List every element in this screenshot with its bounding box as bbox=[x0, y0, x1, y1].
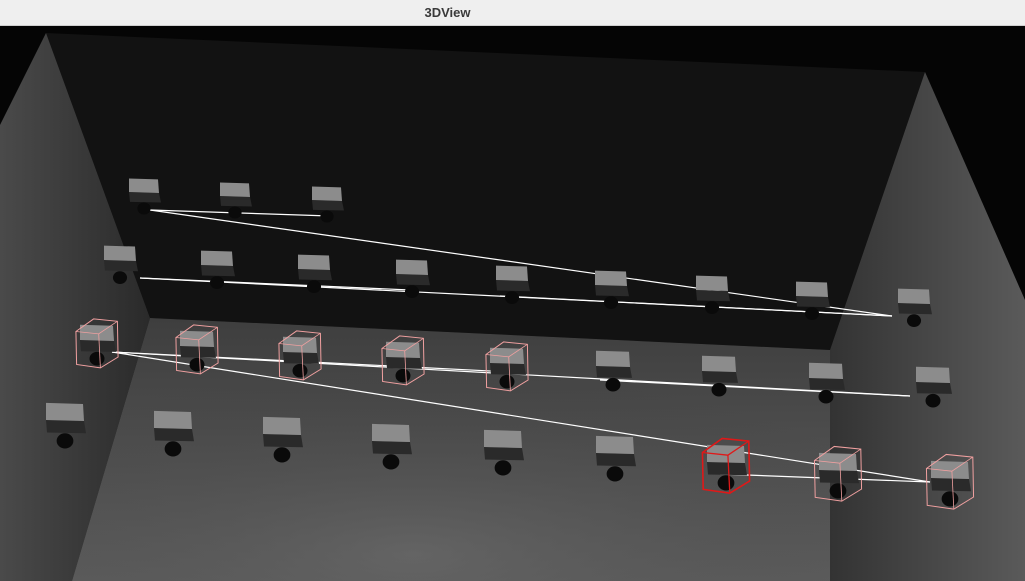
object-base bbox=[941, 491, 959, 507]
object-base bbox=[717, 475, 735, 491]
object-side bbox=[201, 265, 235, 277]
object-side bbox=[916, 382, 952, 394]
object-base bbox=[603, 296, 619, 309]
object-top bbox=[595, 270, 627, 286]
object-top bbox=[596, 435, 634, 454]
object-base bbox=[605, 377, 621, 392]
object-side bbox=[707, 462, 747, 476]
object-base bbox=[818, 389, 834, 404]
object-base bbox=[112, 271, 128, 284]
object-base bbox=[209, 276, 225, 289]
3d-viewport[interactable] bbox=[0, 27, 1025, 581]
object-base bbox=[189, 357, 205, 372]
object-side bbox=[180, 346, 216, 358]
object-base bbox=[404, 285, 420, 298]
object-side bbox=[386, 357, 422, 369]
object-base bbox=[606, 466, 624, 482]
app-window: 3DView bbox=[0, 0, 1025, 581]
object-top bbox=[201, 250, 233, 266]
object-top bbox=[809, 362, 843, 379]
object-base bbox=[164, 441, 182, 457]
object-base bbox=[228, 206, 242, 219]
object-side bbox=[283, 352, 319, 364]
object-base bbox=[906, 314, 922, 327]
object-side bbox=[220, 196, 252, 207]
3d-scene-canvas[interactable] bbox=[0, 27, 1025, 581]
object-base bbox=[292, 363, 308, 378]
object-side bbox=[298, 269, 332, 281]
object-side bbox=[312, 200, 344, 211]
object-side bbox=[46, 420, 86, 434]
object-side bbox=[80, 340, 116, 352]
object-side bbox=[696, 290, 730, 302]
object-side bbox=[702, 371, 738, 383]
object-top bbox=[220, 182, 250, 197]
object-top bbox=[496, 265, 528, 281]
object-base bbox=[382, 454, 400, 470]
object-top bbox=[154, 410, 192, 429]
window-title: 3DView bbox=[424, 5, 471, 20]
object-top bbox=[916, 366, 950, 383]
object-top bbox=[104, 245, 136, 261]
object-side bbox=[104, 260, 138, 272]
object-top bbox=[396, 259, 428, 275]
object-side bbox=[596, 366, 632, 378]
object-top bbox=[796, 281, 828, 297]
object-side bbox=[484, 447, 524, 461]
object-top bbox=[298, 254, 330, 270]
object-side bbox=[796, 296, 830, 308]
object-side bbox=[396, 274, 430, 286]
object-side bbox=[263, 434, 303, 448]
object-base bbox=[804, 307, 820, 320]
object-top bbox=[46, 402, 84, 421]
object-top bbox=[702, 355, 736, 372]
room bbox=[0, 27, 1025, 581]
object-side bbox=[596, 453, 636, 467]
object-side bbox=[490, 363, 526, 375]
object-top bbox=[129, 178, 159, 193]
object-top bbox=[263, 416, 301, 435]
object-top bbox=[898, 288, 930, 304]
object-base bbox=[711, 382, 727, 397]
object-top bbox=[596, 350, 630, 367]
object-base bbox=[137, 202, 151, 215]
object-base bbox=[704, 301, 720, 314]
object-side bbox=[496, 280, 530, 292]
object-base bbox=[925, 393, 941, 408]
object-side bbox=[898, 303, 932, 315]
object-top bbox=[312, 186, 342, 201]
object-base bbox=[395, 368, 411, 383]
object-side bbox=[819, 470, 859, 484]
object-top bbox=[484, 429, 522, 448]
title-bar[interactable]: 3DView bbox=[0, 0, 1025, 26]
object-base bbox=[829, 483, 847, 499]
object-base bbox=[306, 280, 322, 293]
object-side bbox=[809, 378, 845, 390]
object-base bbox=[273, 447, 291, 463]
object-side bbox=[595, 285, 629, 297]
object-base bbox=[89, 351, 105, 366]
object-base bbox=[504, 291, 520, 304]
object-top bbox=[372, 423, 410, 442]
object-top bbox=[696, 275, 728, 291]
object-base bbox=[499, 374, 515, 389]
object-side bbox=[129, 192, 161, 203]
object-base bbox=[56, 433, 74, 449]
object-side bbox=[154, 428, 194, 442]
object-base bbox=[320, 210, 334, 223]
object-side bbox=[931, 478, 971, 492]
object-side bbox=[372, 441, 412, 455]
object-base bbox=[494, 460, 512, 476]
